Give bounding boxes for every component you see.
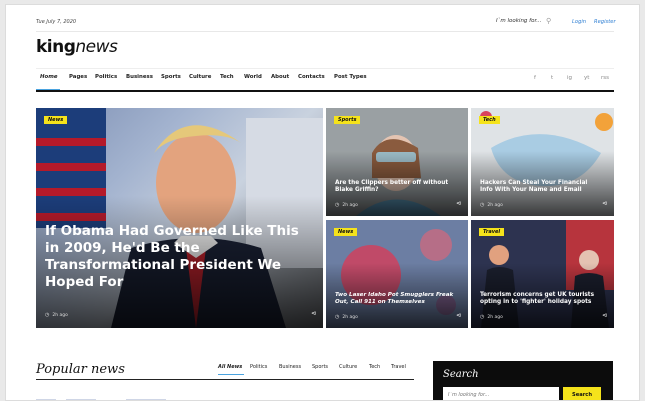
top-bar: Tue July 7, 2020 I`m looking for... ⚲ Log… [36,15,616,29]
hero-title[interactable]: If Obama Had Governed Like This in 2009,… [45,223,311,291]
header-search-placeholder[interactable]: I`m looking for... [496,18,541,24]
nav-politics[interactable]: Politics [95,74,117,80]
facebook-icon[interactable]: f [534,75,536,81]
twitter-icon[interactable]: t [551,75,553,81]
divider [36,31,614,32]
post-meta: ◷ 2h ago [335,202,358,208]
tab-all-news[interactable]: All News [218,364,242,370]
clock-icon: ◷ [335,202,340,208]
card-title[interactable]: Are the Clippers better off without Blak… [335,180,456,194]
news-card[interactable]: Tech Hackers Can Steal Your Financial In… [471,108,614,216]
nav-post-types[interactable]: Post Types [334,74,367,80]
rss-icon[interactable]: rss [601,75,609,81]
category-badge[interactable]: Tech [479,116,500,124]
site-logo[interactable]: kingnews [36,37,118,57]
category-badge[interactable]: Sports [334,116,361,124]
tab-business[interactable]: Business [279,364,301,370]
search-widget: Search Search [433,361,613,400]
post-time: 2h ago [342,315,358,320]
share-icon[interactable]: ⊲ [456,312,461,319]
logo-bold[interactable]: king [36,37,76,57]
tab-culture[interactable]: Culture [339,364,357,370]
clock-icon: ◷ [480,314,485,320]
popular-heading: Popular news [36,362,125,377]
search-icon[interactable]: ⚲ [546,17,551,25]
post-time: 2h ago [342,203,358,208]
category-badge[interactable]: News [44,116,68,124]
page: Tue July 7, 2020 I`m looking for... ⚲ Log… [5,4,640,401]
date: Tue July 7, 2020 [36,19,77,25]
card-title[interactable]: Terrorism concerns get UK tourists optin… [480,292,602,306]
youtube-icon[interactable]: yt [584,75,589,81]
post-meta: ◷ 2h ago [45,312,68,318]
search-heading: Search [443,369,479,380]
tab-tech[interactable]: Tech [369,364,380,370]
search-input[interactable] [443,387,559,400]
search-button[interactable]: Search [563,387,601,400]
login-link[interactable]: Login [572,19,586,25]
nav-about[interactable]: About [271,74,289,80]
post-meta: ◷ 2h ago [480,202,503,208]
nav-world[interactable]: World [244,74,262,80]
clock-icon: ◷ [480,202,485,208]
share-icon[interactable]: ⊲ [311,310,316,317]
post-time: 2h ago [487,203,503,208]
nav-contacts[interactable]: Contacts [298,74,325,80]
clock-icon: ◷ [45,312,50,318]
category-badge[interactable]: News [334,228,358,236]
logo-italic[interactable]: news [75,37,118,57]
tab-travel[interactable]: Travel [391,364,406,370]
nav-tech[interactable]: Tech [220,74,234,80]
tab-sports[interactable]: Sports [312,364,328,370]
post-time: 2h ago [52,313,68,318]
nav-sports[interactable]: Sports [161,74,181,80]
share-icon[interactable]: ⊲ [602,200,607,207]
nav-home[interactable]: Home [40,74,58,80]
nav-culture[interactable]: Culture [189,74,211,80]
divider [36,90,614,92]
tab-politics[interactable]: Politics [250,364,267,370]
post-meta: ◷ 2h ago [480,314,503,320]
news-card[interactable]: Travel Terrorism concerns get UK tourist… [471,220,614,328]
card-title[interactable]: Two Laser Idaho Pot Smugglers Freak Out,… [335,292,456,306]
share-icon[interactable]: ⊲ [602,312,607,319]
header-search[interactable]: I`m looking for... ⚲ [496,17,551,25]
post-time: 2h ago [487,315,503,320]
news-card[interactable]: News Two Laser Idaho Pot Smugglers Freak… [326,220,468,328]
divider [36,68,614,69]
share-icon[interactable]: ⊲ [456,200,461,207]
clock-icon: ◷ [335,314,340,320]
category-badge[interactable]: Travel [479,228,505,236]
news-card[interactable]: Sports Are the Clippers better off witho… [326,108,468,216]
tab-active-underline [218,374,244,375]
divider [36,379,414,380]
card-title[interactable]: Hackers Can Steal Your Financial Info Wi… [480,180,602,194]
nav-pages[interactable]: Pages [69,74,87,80]
post-meta: ◷ 2h ago [335,314,358,320]
instagram-icon[interactable]: ig [567,75,572,81]
register-link[interactable]: Register [594,19,616,25]
hero-main-card[interactable]: News If Obama Had Governed Like This in … [36,108,323,328]
nav-business[interactable]: Business [126,74,153,80]
